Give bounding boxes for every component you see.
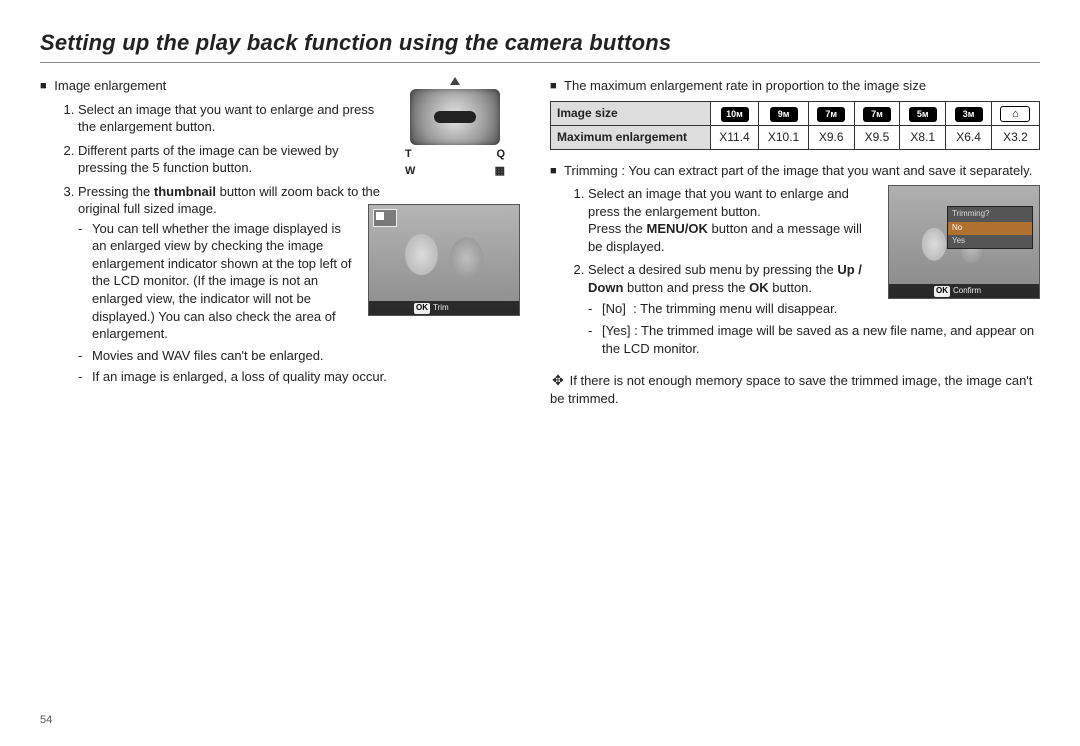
right-heading-text: The maximum enlargement rate in proporti…	[564, 78, 926, 93]
trimming-dialog: Trimming? No Yes	[947, 206, 1033, 248]
zoom-rocker-illustration	[410, 89, 500, 145]
th-image-size: Image size	[551, 101, 711, 126]
left-column: T Q W ▦ ■ Image enlargement Select an im…	[40, 77, 520, 420]
bullet-icon: ■	[550, 164, 557, 179]
dialog-option-yes: Yes	[948, 235, 1032, 248]
bullet-icon: ■	[40, 79, 47, 94]
page-number: 54	[40, 714, 52, 726]
lcd2-status-bar: OK Confirm	[889, 284, 1039, 298]
enlargement-notes: You can tell whether the image displayed…	[78, 220, 520, 386]
dialog-title: Trimming?	[948, 207, 1032, 222]
note-indicator: You can tell whether the image displayed…	[78, 220, 520, 343]
right-column: ■ The maximum enlargement rate in propor…	[550, 77, 1040, 420]
zoom-label-W: W	[405, 164, 415, 179]
trimming-heading: ■ Trimming : You can extract part of the…	[550, 162, 1040, 180]
memory-note: ✥ If there is not enough memory space to…	[550, 371, 1040, 407]
val-4: X8.1	[900, 126, 946, 149]
ok-badge: OK	[934, 286, 950, 297]
trim-option-no: [No] : The trimming menu will disappear.	[588, 300, 1040, 318]
note-movies: Movies and WAV files can't be enlarged.	[78, 347, 520, 365]
val-0: X11.4	[710, 126, 759, 149]
trim-option-yes: [Yes] : The trimmed image will be saved …	[588, 322, 1040, 357]
size-chip-7mw: 7ᴍ	[863, 107, 891, 121]
manual-page: Setting up the play back function using …	[0, 0, 1080, 746]
left-heading-text: Image enlargement	[54, 78, 166, 93]
two-column-layout: T Q W ▦ ■ Image enlargement Select an im…	[40, 77, 1040, 420]
right-heading: ■ The maximum enlargement rate in propor…	[550, 77, 1040, 95]
size-chip-10m: 10ᴍ	[721, 107, 749, 121]
lcd2-bar-label: Confirm	[953, 286, 981, 297]
size-chip-9m: 9ᴍ	[770, 107, 798, 121]
arrow-up-icon	[450, 77, 460, 85]
dialog-option-no: No	[948, 222, 1032, 235]
val-6: X3.2	[991, 126, 1039, 149]
enlargement-table: Image size 10ᴍ 9ᴍ 7ᴍ 7ᴍ 5ᴍ 3ᴍ ⌂ Maximum …	[550, 101, 1040, 150]
step-3: Pressing the thumbnail button will zoom …	[78, 183, 520, 386]
size-chip-7m: 7ᴍ	[817, 107, 845, 121]
zoom-button-figure: T Q W ▦	[390, 77, 520, 179]
zoom-label-thumbnail-icon: ▦	[495, 164, 505, 179]
note-quality: If an image is enlarged, a loss of quali…	[78, 368, 520, 386]
zoom-label-magnify-icon: Q	[496, 147, 505, 162]
zoom-label-T: T	[405, 147, 412, 162]
info-icon: ✥	[550, 371, 566, 390]
title-rule	[40, 62, 1040, 63]
zoom-labels-bottom: W ▦	[405, 164, 505, 179]
size-chip-5m: 5ᴍ	[909, 107, 937, 121]
val-5: X6.4	[946, 126, 992, 149]
val-2: X9.6	[808, 126, 854, 149]
val-1: X10.1	[759, 126, 809, 149]
bullet-icon: ■	[550, 79, 557, 94]
trim-options-list: [No] : The trimming menu will disappear.…	[588, 300, 1040, 357]
lcd-preview-trimming: Trimming? No Yes OK Confirm	[888, 185, 1040, 299]
size-chip-1m: ⌂	[1000, 106, 1030, 123]
size-chip-3m: 3ᴍ	[955, 107, 983, 121]
zoom-labels: T Q	[405, 147, 505, 162]
page-title: Setting up the play back function using …	[40, 30, 1040, 56]
val-3: X9.5	[854, 126, 900, 149]
th-max-enlarge: Maximum enlargement	[551, 126, 711, 149]
